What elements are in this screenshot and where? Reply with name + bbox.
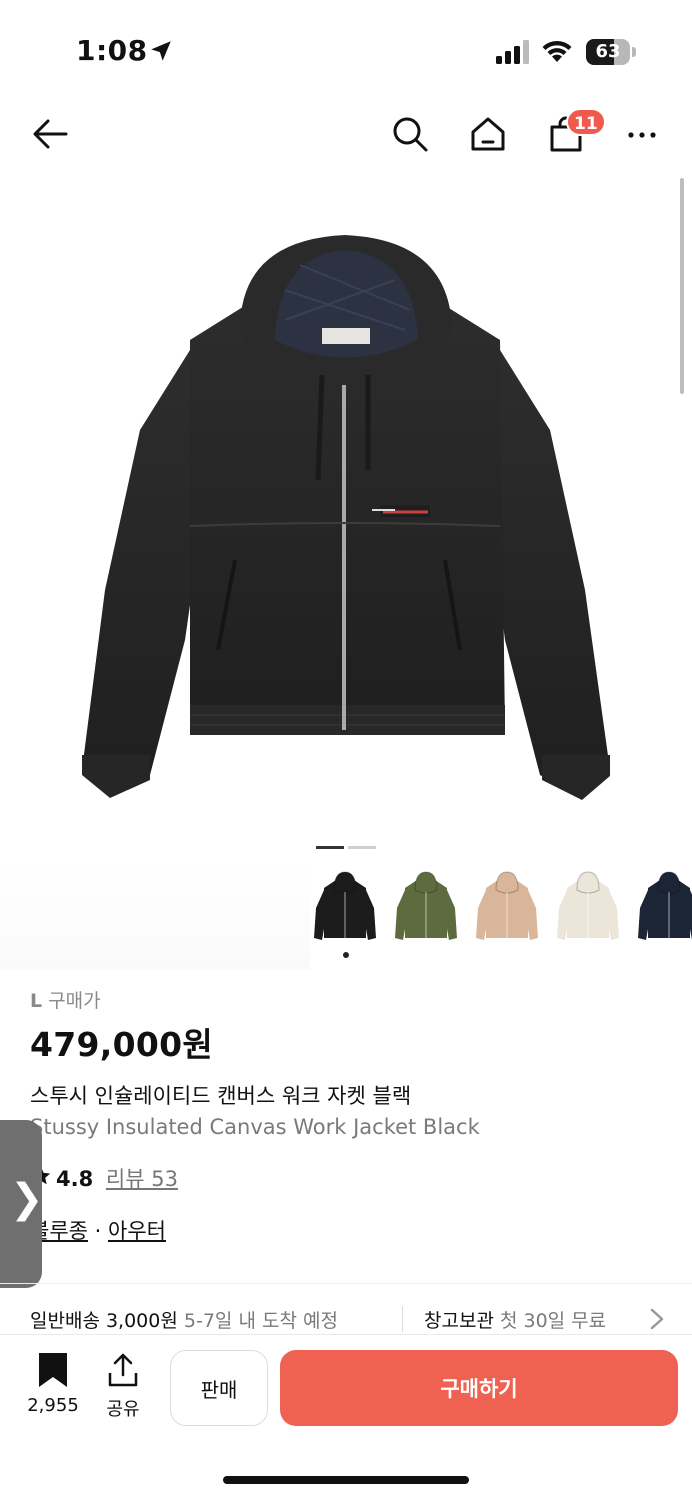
bookmark-button[interactable]: 2,955 [22,1351,84,1416]
back-button[interactable] [28,112,72,156]
chevron-right-icon: ❯ [10,1176,44,1222]
color-thumbnail[interactable] [310,868,380,944]
product-image[interactable] [0,170,692,840]
size-price-label: L 구매가 [30,986,101,1013]
product-name-en: Stussy Insulated Canvas Work Jacket Blac… [30,1115,480,1139]
section-divider [0,1283,692,1284]
location-arrow-icon [151,41,171,61]
color-thumbnail[interactable] [553,868,623,944]
image-pager [316,846,376,849]
sell-button[interactable]: 판매 [170,1350,268,1426]
status-time: 1:08 [76,34,148,67]
delivery-eta: 5-7일 내 도착 예정 [183,1310,338,1332]
review-link[interactable]: 리뷰 53 [106,1167,178,1191]
status-bar: 1:08 63 [0,0,692,100]
delivery-label: 일반배송 [30,1310,100,1332]
delivery-info[interactable]: 일반배송 3,000원 5-7일 내 도착 예정 [30,1306,338,1333]
color-thumbnail[interactable] [472,868,542,944]
battery-indicator: 63 [586,39,636,65]
color-thumbnail[interactable] [634,868,692,944]
rating-row: 4.8 리뷰 53 [30,1163,178,1193]
share-icon [108,1353,138,1387]
storage-note: 첫 30일 무료 [499,1310,607,1332]
chevron-right-icon[interactable] [648,1306,666,1332]
selected-thumb-dot [343,952,349,958]
cellular-signal-icon [496,40,529,64]
search-icon [393,117,428,152]
back-arrow-icon [33,119,68,149]
search-button[interactable] [388,112,432,156]
pager-segment [316,846,344,849]
cart-count-badge: 11 [566,108,606,136]
more-button[interactable] [620,112,664,156]
home-button[interactable] [466,112,510,156]
product-name-ko: 스투시 인슐레이티드 캔버스 워크 자켓 블랙 [30,1084,412,1108]
share-button[interactable]: 공유 [100,1351,146,1421]
category-link-outer[interactable]: 아우터 [108,1219,166,1243]
bookmark-count: 2,955 [27,1395,79,1416]
more-icon [628,132,656,138]
pager-segment [348,846,376,849]
rating-value: 4.8 [56,1167,94,1191]
bookmark-icon [39,1353,67,1387]
delivery-separator [402,1306,403,1332]
wifi-icon [542,40,572,62]
buy-button[interactable]: 구매하기 [280,1350,678,1426]
fade-overlay [0,860,310,970]
jacket-illustration [82,235,610,800]
category-row: 블루종 · 아우터 [30,1215,166,1245]
price-caption: 구매가 [48,990,101,1012]
home-icon [471,117,505,151]
storage-info[interactable]: 창고보관 첫 30일 무료 [424,1306,606,1333]
product-price: 479,000원 [30,1025,214,1064]
battery-percent: 63 [595,41,621,62]
scroll-indicator [680,178,684,394]
color-thumbnail[interactable] [391,868,461,944]
side-panel-handle[interactable]: ❯ [0,1120,44,1288]
delivery-fee: 3,000원 [105,1310,178,1332]
share-label: 공유 [106,1399,140,1420]
home-indicator [223,1476,469,1484]
size-value: L [30,990,43,1012]
storage-label: 창고보관 [424,1310,494,1332]
category-separator: · [87,1219,108,1243]
color-thumbnails [310,868,692,950]
